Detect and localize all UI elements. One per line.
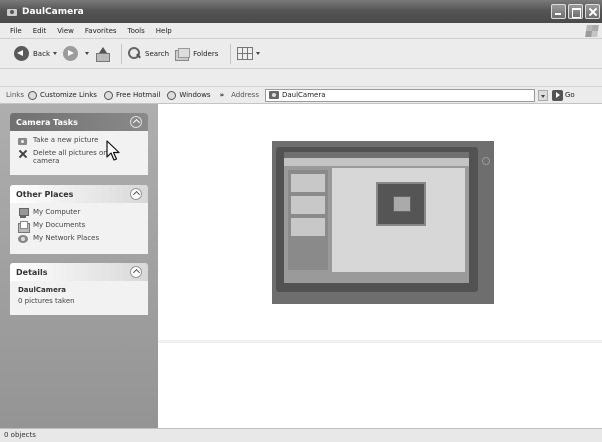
up-folder-button[interactable]	[95, 46, 110, 62]
my-network-places-link[interactable]: My Network Places	[18, 234, 142, 244]
camera-tasks-title: Camera Tasks	[16, 117, 78, 127]
go-button[interactable]: Go	[551, 89, 575, 101]
details-body: DaulCamera 0 pictures taken	[10, 281, 148, 311]
up-folder-icon	[95, 46, 110, 62]
back-button[interactable]: Back	[14, 46, 57, 61]
address-input[interactable]: DaulCamera	[264, 88, 535, 102]
menu-help[interactable]: Help	[156, 27, 172, 35]
windows-logo-icon	[585, 25, 599, 37]
maximize-button[interactable]	[568, 4, 583, 19]
forward-button[interactable]	[63, 46, 89, 61]
title-bar: DaulCamera	[0, 0, 602, 23]
forward-arrow-icon	[63, 46, 78, 61]
camera-live-preview[interactable]	[272, 141, 494, 304]
search-button[interactable]: Search	[128, 47, 169, 60]
camera-icon	[268, 91, 279, 99]
other-places-header[interactable]: Other Places	[10, 185, 148, 203]
menu-view[interactable]: View	[57, 27, 74, 35]
views-button[interactable]	[237, 47, 261, 60]
menu-edit[interactable]: Edit	[33, 27, 47, 35]
window-title: DaulCamera	[22, 6, 84, 17]
back-arrow-icon	[14, 46, 29, 61]
close-button[interactable]	[585, 4, 600, 19]
camera-app-icon	[6, 7, 18, 17]
take-new-picture-link[interactable]: Take a new picture	[18, 136, 142, 146]
ie-icon	[103, 90, 113, 100]
toolbar-separator	[121, 43, 122, 64]
monitor-screen	[284, 152, 469, 283]
status-bar: 0 objects	[0, 428, 602, 442]
go-arrow-icon	[551, 89, 563, 101]
details-picture-count: 0 pictures taken	[18, 297, 75, 305]
menu-file[interactable]: File	[10, 27, 22, 35]
folders-icon	[175, 48, 191, 61]
address-value: DaulCamera	[281, 91, 326, 99]
my-documents-link[interactable]: My Documents	[18, 221, 142, 233]
network-icon	[18, 234, 28, 244]
camera-preview-area	[158, 104, 602, 428]
camera-tasks-header[interactable]: Camera Tasks	[10, 113, 148, 131]
collapse-icon[interactable]	[130, 188, 142, 200]
views-icon	[237, 47, 254, 60]
link-free-hotmail[interactable]: Free Hotmail	[103, 90, 160, 100]
menu-favorites[interactable]: Favorites	[85, 27, 117, 35]
collapse-icon[interactable]	[130, 266, 142, 278]
mouse-cursor-icon	[106, 140, 120, 161]
other-places-body: My Computer My Documents My Network Plac…	[10, 203, 148, 253]
toolbar-separator	[230, 43, 232, 64]
folders-label: Folders	[193, 49, 219, 58]
more-links-chevron[interactable]: »	[220, 91, 225, 99]
search-label: Search	[145, 49, 170, 58]
documents-folder-icon	[18, 221, 30, 233]
other-places-title: Other Places	[16, 189, 74, 199]
camera-icon	[18, 136, 28, 146]
minimize-button[interactable]	[551, 4, 566, 19]
link-windows[interactable]: Windows	[167, 90, 211, 100]
computer-icon	[18, 208, 29, 218]
task-pane: Camera Tasks Take a new picture Delete a…	[0, 104, 158, 428]
my-computer-link[interactable]: My Computer	[18, 208, 142, 218]
ie-icon	[167, 90, 177, 100]
collapse-icon[interactable]	[130, 116, 142, 128]
links-label: Links	[6, 91, 24, 99]
chevron-down-icon[interactable]	[256, 52, 261, 55]
link-customize-links[interactable]: Customize Links	[27, 90, 97, 100]
details-title: Details	[16, 267, 48, 277]
delete-all-pictures-link[interactable]: Delete all pictures on camera	[18, 149, 142, 165]
filmstrip-divider	[158, 340, 602, 343]
links-address-bar: Links Customize Links Free Hotmail Windo…	[0, 86, 602, 104]
ie-icon	[27, 90, 37, 100]
other-places-panel: Other Places My Computer My Documents My…	[10, 185, 148, 254]
details-header[interactable]: Details	[10, 263, 148, 281]
toolbar-spacer	[0, 69, 602, 86]
back-label: Back	[33, 49, 50, 58]
chevron-down-icon[interactable]	[53, 52, 57, 55]
folders-button[interactable]: Folders	[175, 48, 219, 61]
menu-bar: File Edit View Favorites Tools Help	[0, 23, 602, 39]
address-label: Address	[231, 91, 259, 99]
camera-tasks-panel: Camera Tasks Take a new picture Delete a…	[10, 113, 148, 175]
camera-tasks-body: Take a new picture Delete all pictures o…	[10, 131, 148, 174]
window-controls	[551, 4, 600, 19]
search-icon	[128, 47, 141, 60]
monitor-button	[482, 157, 490, 165]
details-device-name: DaulCamera	[18, 286, 66, 294]
menu-tools[interactable]: Tools	[128, 27, 145, 35]
address-dropdown-button[interactable]	[537, 89, 548, 101]
delete-icon	[18, 149, 28, 159]
chevron-down-icon[interactable]	[85, 52, 89, 55]
details-panel: Details DaulCamera 0 pictures taken	[10, 263, 148, 315]
go-label: Go	[564, 91, 575, 99]
standard-toolbar: Back Search Folders	[0, 39, 602, 69]
